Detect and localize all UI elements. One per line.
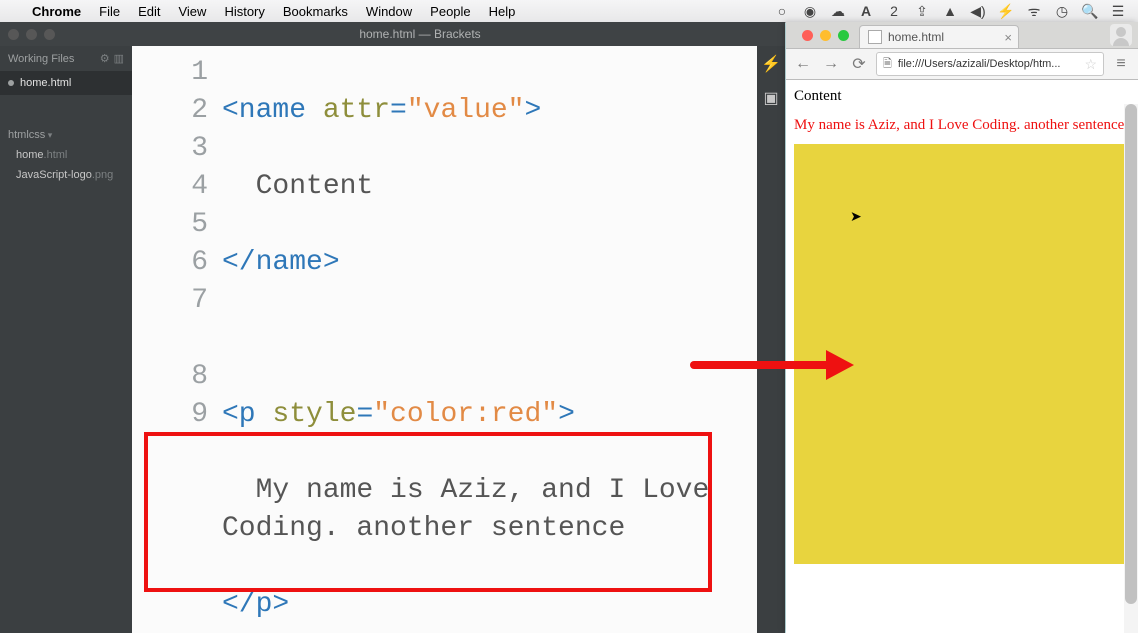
profile-avatar[interactable] [1110, 24, 1132, 46]
menu-history[interactable]: History [224, 4, 264, 19]
file-icon: 🗎 [883, 55, 892, 74]
tab-close-icon[interactable]: × [1004, 30, 1012, 45]
brackets-right-toolbar: ⚡ ▣ [757, 46, 785, 633]
extensions-icon[interactable]: ▣ [763, 88, 778, 108]
drive-icon[interactable]: ▲ [942, 3, 958, 19]
status-icon[interactable]: ◉ [802, 3, 818, 20]
bookmark-star-icon[interactable]: ☆ [1084, 56, 1097, 73]
status-icon[interactable]: ○ [774, 3, 790, 19]
window-close[interactable] [802, 30, 813, 41]
menu-view[interactable]: View [178, 4, 206, 19]
gear-icon[interactable]: ⚙ [100, 52, 110, 65]
volume-icon[interactable]: ◀) [970, 3, 986, 20]
status-icon[interactable]: 2 [886, 3, 902, 19]
spotlight-icon[interactable]: 🔍 [1082, 3, 1098, 20]
dirty-dot-icon [8, 80, 14, 86]
window-minimize[interactable] [26, 29, 37, 40]
browser-viewport[interactable]: Content My name is Aziz, and I Love Codi… [786, 80, 1138, 633]
page-content-text: Content [794, 88, 1130, 105]
tab-title: home.html [888, 30, 944, 44]
menu-help[interactable]: Help [489, 4, 516, 19]
menu-edit[interactable]: Edit [138, 4, 160, 19]
battery-icon[interactable]: ⚡ [998, 3, 1014, 20]
tab-favicon [868, 30, 882, 44]
macos-menubar: Chrome File Edit View History Bookmarks … [0, 0, 1138, 23]
browser-toolbar: ← → ⟳ 🗎 file:///Users/azizali/Desktop/ht… [786, 48, 1138, 80]
wifi-icon[interactable]: ᯤ [1026, 2, 1042, 21]
menu-people[interactable]: People [430, 4, 470, 19]
sidebar-file[interactable]: home.html [0, 145, 132, 165]
browser-tab[interactable]: home.html × [859, 25, 1019, 48]
window-minimize[interactable] [820, 30, 831, 41]
menu-icon[interactable]: ☰ [1110, 3, 1126, 20]
page-red-paragraph: My name is Aziz, and I Love Coding. anot… [794, 117, 1130, 134]
menu-file[interactable]: File [99, 4, 120, 19]
window-title: home.html — Brackets [359, 27, 480, 41]
live-preview-icon[interactable]: ⚡ [761, 54, 781, 74]
menu-bookmarks[interactable]: Bookmarks [283, 4, 348, 19]
page-scrollbar-thumb[interactable] [1125, 104, 1137, 604]
project-dropdown[interactable]: htmlcss [0, 121, 132, 145]
working-file-item[interactable]: home.html [0, 71, 132, 95]
app-name-menu[interactable]: Chrome [32, 4, 81, 19]
brackets-titlebar: home.html — Brackets [0, 22, 785, 46]
chrome-menu-icon[interactable]: ≡ [1110, 53, 1132, 75]
window-zoom[interactable] [838, 30, 849, 41]
clock-icon[interactable]: ◷ [1054, 3, 1070, 20]
code-content[interactable]: <name attr="value"> Content </name> <p s… [222, 46, 757, 633]
address-bar[interactable]: 🗎 file:///Users/azizali/Desktop/htm... ☆ [876, 52, 1104, 76]
brackets-sidebar: Working Files ⚙▥ home.html htmlcss home.… [0, 46, 132, 633]
reload-button[interactable]: ⟳ [848, 53, 870, 75]
working-files-header[interactable]: Working Files ⚙▥ [0, 46, 132, 71]
code-editor[interactable]: 1 2 3 4 5 6 7 8 9 <name attr="value"> Co… [132, 46, 757, 633]
window-close[interactable] [8, 29, 19, 40]
back-button[interactable]: ← [792, 53, 814, 75]
sidebar-file[interactable]: JavaScript-logo.png [0, 165, 132, 185]
chrome-window: home.html × ← → ⟳ 🗎 file:///Users/azizal… [786, 22, 1138, 633]
status-icon[interactable]: ☁ [830, 3, 846, 20]
line-gutter: 1 2 3 4 5 6 7 8 9 [132, 46, 222, 633]
page-image-js-logo [794, 144, 1126, 564]
split-icon[interactable]: ▥ [114, 52, 124, 65]
brackets-window: home.html — Brackets Working Files ⚙▥ ho… [0, 22, 785, 633]
window-zoom[interactable] [44, 29, 55, 40]
dropbox-icon[interactable]: ⇪ [914, 3, 930, 20]
adobe-icon[interactable]: A [858, 3, 874, 19]
forward-button[interactable]: → [820, 53, 842, 75]
menu-window[interactable]: Window [366, 4, 412, 19]
